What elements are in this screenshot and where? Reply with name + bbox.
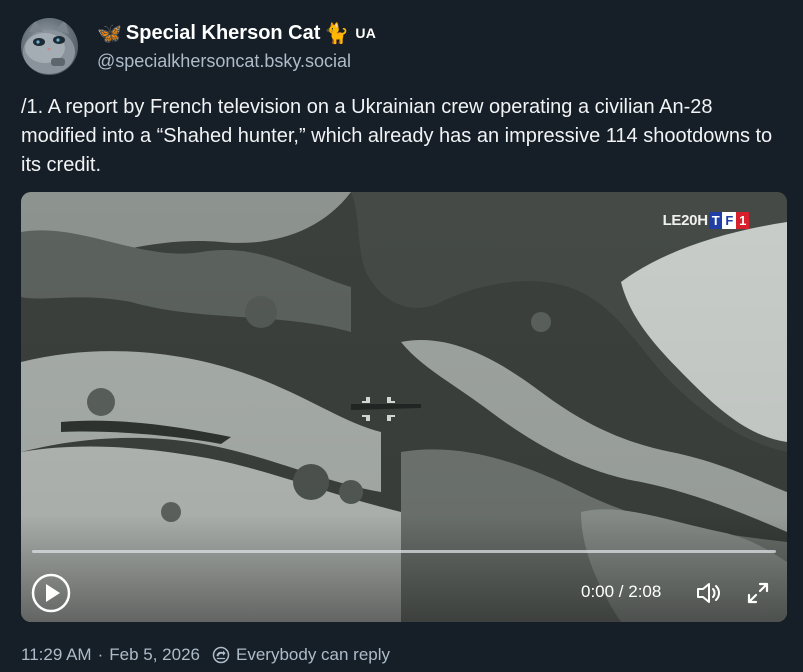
- cat-emoji: 🐈: [324, 21, 350, 45]
- fullscreen-button[interactable]: [745, 580, 771, 606]
- tf1-letter: 1: [736, 212, 749, 229]
- post-meta: 11:29 AM · Feb 5, 2026 Everybody can rep…: [21, 645, 390, 665]
- tf1-logo: T F 1: [708, 212, 749, 229]
- flag-label: UA: [355, 25, 377, 41]
- author-display-name[interactable]: Special Kherson Cat: [126, 22, 321, 45]
- reply-settings-icon: [212, 646, 230, 664]
- reply-setting-label[interactable]: Everybody can reply: [236, 645, 390, 665]
- post-text: /1. A report by French television on a U…: [21, 96, 773, 176]
- meta-separator: ·: [97, 645, 104, 664]
- tf1-letter: T: [708, 212, 723, 229]
- post-date[interactable]: Feb 5, 2026: [109, 645, 200, 665]
- play-icon: [31, 573, 71, 613]
- progress-bar[interactable]: [32, 550, 776, 553]
- avatar[interactable]: [21, 18, 78, 75]
- author-name-row[interactable]: 🦋 Special Kherson Cat 🐈 UA: [97, 20, 376, 46]
- time-display: 0:00 / 2:08: [581, 582, 662, 601]
- post: 🦋 Special Kherson Cat 🐈 UA @specialkhers…: [0, 0, 803, 672]
- volume-icon: [697, 583, 720, 603]
- tf1-letter: F: [722, 212, 737, 229]
- fullscreen-icon: [747, 582, 769, 604]
- play-button[interactable]: [31, 573, 71, 613]
- volume-button[interactable]: [695, 580, 723, 606]
- video-player[interactable]: LE20H T F 1 0:00 / 2:08: [21, 192, 787, 622]
- channel-logo-prefix: LE20H: [662, 212, 708, 229]
- butterfly-emoji: 🦋: [97, 21, 122, 45]
- channel-logo: LE20H T F 1: [663, 212, 749, 229]
- post-time[interactable]: 11:29 AM: [21, 645, 92, 665]
- author-handle[interactable]: @specialkhersoncat.bsky.social: [97, 51, 351, 72]
- cat-avatar-image: [23, 20, 75, 74]
- video-frame: [21, 192, 787, 622]
